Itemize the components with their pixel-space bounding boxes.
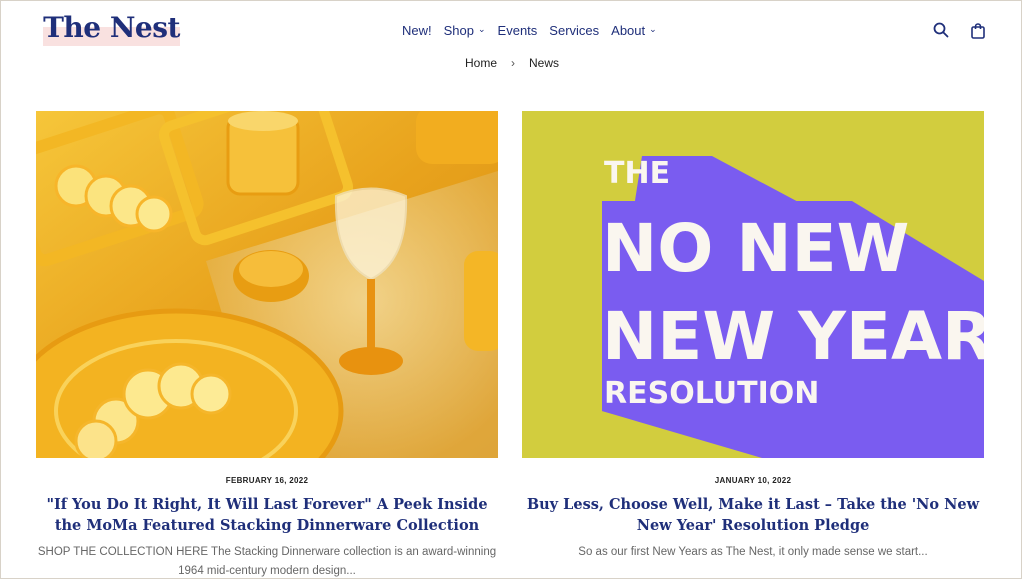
- chevron-right-icon: ›: [511, 56, 515, 70]
- nav-label: New!: [402, 22, 432, 38]
- post-image-dinnerware[interactable]: [36, 111, 498, 458]
- dinnerware-photo: [36, 111, 498, 458]
- nav-item-shop[interactable]: Shop ⌄: [444, 23, 486, 38]
- site-header: The Nest New! Shop ⌄ Events Services Abo…: [0, 0, 1024, 52]
- nav-label: Events: [497, 22, 538, 38]
- post-date: FEBRUARY 16, 2022: [225, 476, 309, 485]
- chevron-down-icon: ⌄: [649, 23, 657, 34]
- post-title[interactable]: "If You Do It Right, It Will Last Foreve…: [36, 494, 498, 536]
- nav-label: Services: [549, 22, 600, 38]
- search-icon: [933, 22, 949, 38]
- main-nav: New! Shop ⌄ Events Services About ⌄: [402, 20, 657, 40]
- nav-item-about[interactable]: About ⌄: [611, 23, 657, 38]
- post-date: JANUARY 10, 2022: [714, 476, 792, 485]
- nav-item-services[interactable]: Services: [549, 23, 599, 38]
- graphic-line-3: NEW YEAR: [602, 298, 984, 375]
- graphic-line-2: NO NEW: [602, 210, 909, 287]
- post-image-resolution[interactable]: THE NO NEW NEW YEAR RESOLUTION: [522, 111, 984, 458]
- breadcrumb-current: News: [529, 56, 560, 70]
- resolution-graphic: THE NO NEW NEW YEAR RESOLUTION: [522, 111, 984, 458]
- cart-button[interactable]: [968, 20, 988, 40]
- post-excerpt: SHOP THE COLLECTION HERE The Stacking Di…: [37, 546, 497, 577]
- post-title[interactable]: Buy Less, Choose Well, Make it Last – Ta…: [522, 494, 984, 536]
- nav-item-new[interactable]: New!: [402, 23, 432, 38]
- nav-item-events[interactable]: Events: [498, 23, 538, 38]
- graphic-line-1: THE: [604, 156, 670, 191]
- site-logo[interactable]: The Nest: [43, 8, 180, 46]
- nav-label: About: [611, 22, 646, 38]
- nav-label: Shop: [443, 22, 474, 38]
- shopping-bag-icon: [971, 22, 985, 39]
- search-button[interactable]: [931, 20, 951, 40]
- breadcrumb-home[interactable]: Home: [465, 56, 497, 70]
- breadcrumb: Home › News: [0, 54, 1024, 72]
- chevron-down-icon: ⌄: [478, 23, 486, 34]
- logo-text: The Nest: [43, 10, 180, 44]
- graphic-line-4: RESOLUTION: [604, 376, 819, 411]
- post-excerpt: So as our first New Years as The Nest, i…: [578, 546, 928, 558]
